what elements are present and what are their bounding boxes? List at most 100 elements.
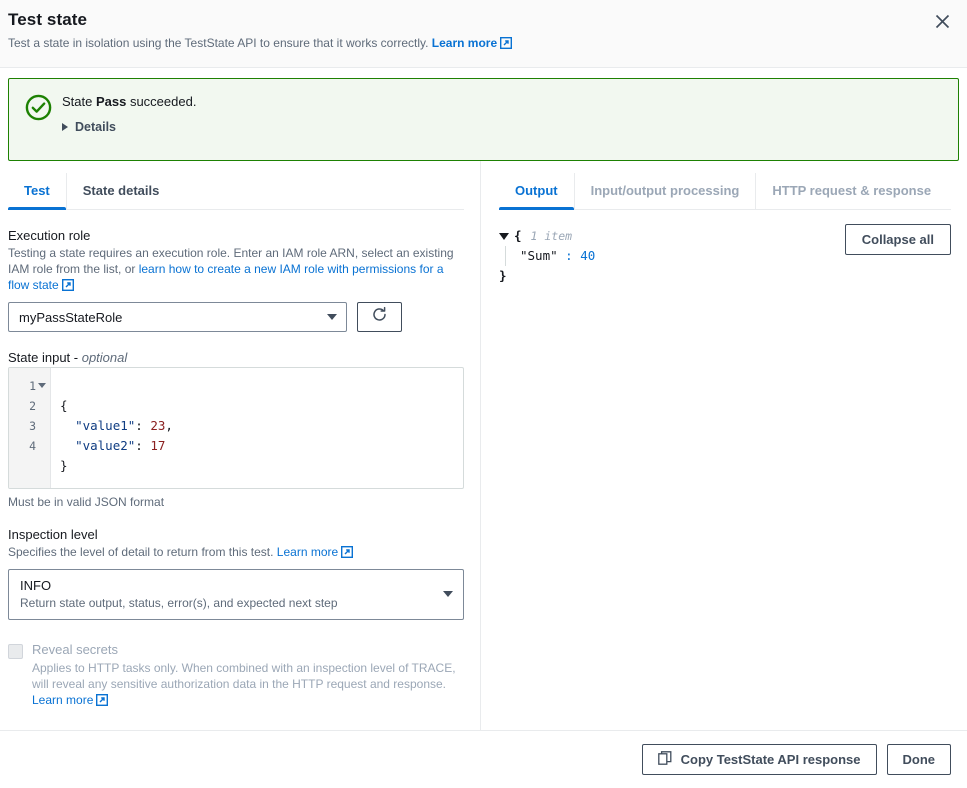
reveal-secrets-checkbox[interactable] xyxy=(8,644,23,659)
modal-body: Test State details Execution role Testin… xyxy=(0,161,967,730)
code-line: { xyxy=(60,396,463,416)
header-description: Test a state in isolation using the Test… xyxy=(8,35,947,53)
state-input-hint: Must be in valid JSON format xyxy=(8,495,464,509)
alert-container: State Pass succeeded. Details xyxy=(0,68,967,161)
copy-icon xyxy=(658,751,672,768)
line-number: 1 xyxy=(9,376,50,396)
code-line: "value2": 17 xyxy=(60,436,463,456)
tab-input-output-processing-label: Input/output processing xyxy=(591,183,740,198)
external-link-icon xyxy=(341,546,353,562)
external-link-icon xyxy=(62,279,74,295)
line-number: 4 xyxy=(9,436,50,456)
reveal-secrets-learn-more-link[interactable]: Learn more xyxy=(32,693,93,707)
collapse-all-button[interactable]: Collapse all xyxy=(845,224,951,255)
reveal-secrets-field: Reveal secrets Applies to HTTP tasks onl… xyxy=(8,642,464,710)
done-button-label: Done xyxy=(903,752,936,767)
line-number-text: 2 xyxy=(29,399,36,413)
chevron-right-icon xyxy=(62,123,68,131)
right-tab-bar: Output Input/output processing HTTP requ… xyxy=(499,173,951,210)
output-json-viewer: {1 item "Sum" : 40 } xyxy=(499,224,595,286)
code-text: { xyxy=(60,398,68,413)
modal-header: Test state Test a state in isolation usi… xyxy=(0,0,967,68)
header-learn-more-link[interactable]: Learn more xyxy=(432,36,497,50)
inspection-level-select[interactable]: INFO Return state output, status, error(… xyxy=(8,569,464,620)
inspection-level-label: Inspection level xyxy=(8,527,464,542)
editor-code-area[interactable]: { "value1": 23, "value2": 17} xyxy=(51,368,463,488)
alert-details-toggle[interactable]: Details xyxy=(62,120,196,134)
chevron-down-icon[interactable] xyxy=(499,233,509,240)
chevron-down-icon xyxy=(327,314,337,320)
inspection-level-selected: INFO Return state output, status, error(… xyxy=(20,578,338,610)
state-input-editor[interactable]: 1 2 3 4 { "value1": 23, "value2": 17} xyxy=(8,367,464,489)
alert-state-name: Pass xyxy=(96,94,126,109)
alert-message-suffix: succeeded. xyxy=(126,94,196,109)
alert-message-prefix: State xyxy=(62,94,96,109)
modal-footer: Copy TestState API response Done xyxy=(0,730,967,788)
code-separator: : xyxy=(135,418,150,433)
code-indent xyxy=(60,438,75,453)
test-state-modal: Test state Test a state in isolation usi… xyxy=(0,0,967,788)
right-pane: Output Input/output processing HTTP requ… xyxy=(481,161,967,730)
execution-role-selected-value: myPassStateRole xyxy=(19,310,122,325)
done-button[interactable]: Done xyxy=(887,744,952,775)
json-root-line[interactable]: {1 item xyxy=(499,226,595,246)
reveal-secrets-texts: Reveal secrets Applies to HTTP tasks onl… xyxy=(32,642,464,710)
execution-role-row: myPassStateRole xyxy=(8,302,464,332)
success-alert: State Pass succeeded. Details xyxy=(8,78,959,161)
left-pane: Test State details Execution role Testin… xyxy=(0,161,481,730)
execution-role-description: Testing a state requires an execution ro… xyxy=(8,245,464,295)
external-link-icon xyxy=(96,694,108,710)
json-item-count: 1 item xyxy=(525,226,573,246)
close-icon xyxy=(935,14,950,29)
json-open-brace: { xyxy=(514,226,522,246)
code-number: 17 xyxy=(150,438,165,453)
line-number-text: 1 xyxy=(29,379,36,393)
code-key: "value1" xyxy=(75,418,135,433)
close-button[interactable] xyxy=(927,6,957,36)
code-text: } xyxy=(60,458,68,473)
state-input-field: State input - optional 1 2 3 4 { "value1… xyxy=(8,350,464,509)
code-line: } xyxy=(60,456,463,476)
refresh-icon xyxy=(371,306,388,328)
code-key: "value2" xyxy=(75,438,135,453)
alert-details-label: Details xyxy=(75,120,116,134)
code-number: 23 xyxy=(150,418,165,433)
state-input-label-text: State input - xyxy=(8,350,82,365)
json-value: 40 xyxy=(580,248,595,263)
tab-http-request-response[interactable]: HTTP request & response xyxy=(756,173,947,209)
code-indent xyxy=(60,418,75,433)
state-input-optional-text: optional xyxy=(82,350,128,365)
line-number: 2 xyxy=(9,396,50,416)
line-number-text: 4 xyxy=(29,439,36,453)
inspection-level-selected-title: INFO xyxy=(20,578,338,593)
json-property-line: "Sum" : 40 xyxy=(499,246,595,266)
tab-test[interactable]: Test xyxy=(8,173,67,209)
state-input-label: State input - optional xyxy=(8,350,464,365)
tab-output[interactable]: Output xyxy=(499,173,575,209)
header-description-text: Test a state in isolation using the Test… xyxy=(8,36,428,50)
inspection-level-description-text: Specifies the level of detail to return … xyxy=(8,545,277,559)
copy-button-label: Copy TestState API response xyxy=(681,752,861,767)
line-number-text: 3 xyxy=(29,419,36,433)
execution-role-select[interactable]: myPassStateRole xyxy=(8,302,347,332)
inspection-level-learn-more-link[interactable]: Learn more xyxy=(277,545,338,559)
left-tab-bar: Test State details xyxy=(8,173,464,210)
json-close-brace: } xyxy=(499,266,507,286)
copy-teststate-api-response-button[interactable]: Copy TestState API response xyxy=(642,744,877,775)
tab-state-details[interactable]: State details xyxy=(67,173,176,209)
json-key: "Sum" xyxy=(520,248,558,263)
reveal-secrets-description-text: Applies to HTTP tasks only. When combine… xyxy=(32,661,456,691)
tab-state-details-label: State details xyxy=(83,183,160,198)
refresh-roles-button[interactable] xyxy=(357,302,402,332)
chevron-down-icon xyxy=(443,591,453,597)
alert-body: State Pass succeeded. Details xyxy=(62,93,196,134)
external-link-icon xyxy=(500,37,512,53)
tab-input-output-processing[interactable]: Input/output processing xyxy=(575,173,757,209)
code-tail: , xyxy=(165,418,173,433)
inspection-level-field: Inspection level Specifies the level of … xyxy=(8,527,464,620)
inspection-level-selected-description: Return state output, status, error(s), a… xyxy=(20,596,338,610)
tab-http-request-response-label: HTTP request & response xyxy=(772,183,931,198)
fold-arrow-icon[interactable] xyxy=(38,383,46,388)
tab-test-label: Test xyxy=(24,183,50,198)
success-check-icon xyxy=(25,94,52,126)
